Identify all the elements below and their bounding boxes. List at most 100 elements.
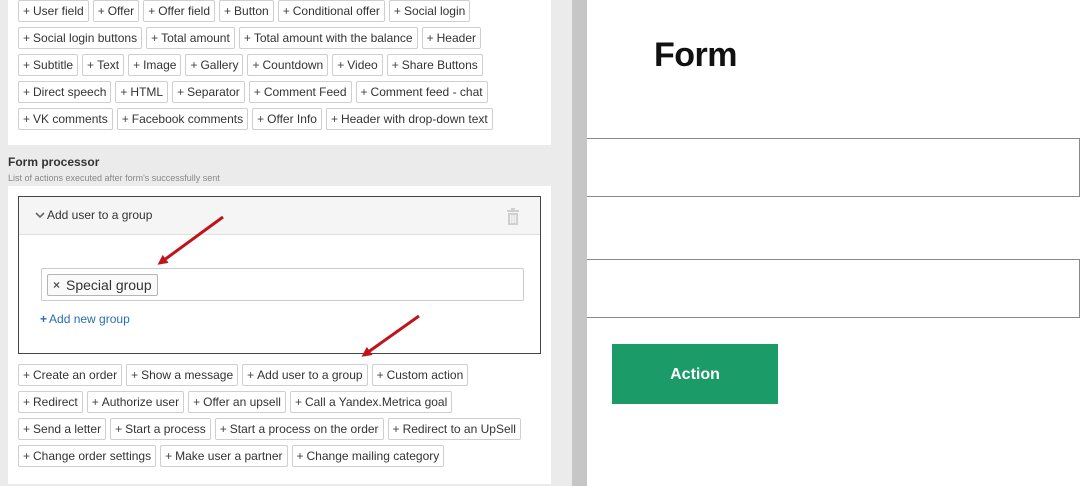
- add-total-amount-button[interactable]: + Total amount: [146, 27, 235, 49]
- add-comment-feed-button[interactable]: + Comment Feed: [248, 81, 352, 103]
- add-header-button[interactable]: + Header: [421, 27, 481, 49]
- field-button-row-4: + Direct speech + HTML + Separator + Comment…: [18, 81, 488, 103]
- plus-icon: +: [257, 112, 265, 126]
- plus-icon: +: [23, 368, 31, 382]
- group-tags-input[interactable]: × Special group: [41, 268, 524, 301]
- form-preview: Form Action: [587, 0, 1089, 486]
- plus-icon: +: [23, 31, 31, 45]
- start-process-button[interactable]: + Start a process: [110, 418, 211, 440]
- plus-icon: +: [91, 395, 99, 409]
- add-countdown-button[interactable]: + Countdown: [247, 54, 329, 76]
- plus-icon: +: [131, 368, 139, 382]
- field-button-row-3: + Subtitle + Text + Image + Gallery + Countdo…: [18, 54, 483, 76]
- form-processor-subtitle: List of actions executed after form's su…: [8, 173, 220, 183]
- add-conditional-offer-button[interactable]: + Conditional offer: [277, 0, 385, 22]
- action-button-row-4: + Change order settings + Make user a part…: [18, 445, 445, 467]
- plus-icon: +: [282, 4, 290, 18]
- close-icon[interactable]: ×: [53, 278, 60, 292]
- action-card-title: Add user to a group: [47, 208, 153, 222]
- yandex-metrica-goal-button[interactable]: + Call a Yandex.Metrica goal: [289, 391, 453, 413]
- plus-icon: +: [148, 4, 156, 18]
- plus-icon: +: [121, 112, 129, 126]
- add-facebook-comments-button[interactable]: + Facebook comments: [116, 108, 249, 130]
- plus-icon: +: [177, 85, 185, 99]
- trash-icon[interactable]: [506, 208, 520, 225]
- plus-icon: +: [193, 395, 201, 409]
- add-direct-speech-button[interactable]: + Direct speech: [18, 81, 112, 103]
- plus-icon: +: [23, 112, 31, 126]
- plus-icon: +: [376, 368, 384, 382]
- plus-icon: +: [23, 58, 31, 72]
- plus-icon: +: [330, 112, 338, 126]
- plus-icon: +: [115, 422, 123, 436]
- add-comment-feed-chat-button[interactable]: + Comment feed - chat: [355, 81, 488, 103]
- change-order-settings-button[interactable]: + Change order settings: [18, 445, 157, 467]
- add-separator-button[interactable]: + Separator: [172, 81, 245, 103]
- action-button-row-2: + Redirect + Authorize user + Offer an upse…: [18, 391, 453, 413]
- redirect-to-upsell-button[interactable]: + Redirect to an UpSell: [387, 418, 521, 440]
- plus-icon: +: [97, 4, 105, 18]
- add-offer-field-button[interactable]: + Offer field: [143, 0, 216, 22]
- add-user-field-button[interactable]: + User field: [18, 0, 89, 22]
- form-input-1[interactable]: [587, 138, 1080, 197]
- plus-icon: +: [23, 422, 31, 436]
- plus-icon: +: [337, 58, 345, 72]
- plus-icon: +: [393, 4, 401, 18]
- field-button-row-1: + User field + Offer + Offer field + Button …: [18, 0, 471, 22]
- create-order-button[interactable]: + Create an order: [18, 364, 123, 386]
- add-image-button[interactable]: + Image: [128, 54, 182, 76]
- plus-icon: +: [165, 449, 173, 463]
- add-new-group-link[interactable]: + Add new group: [40, 312, 130, 326]
- change-mailing-category-button[interactable]: + Change mailing category: [291, 445, 445, 467]
- add-offer-info-button[interactable]: + Offer Info: [252, 108, 322, 130]
- add-total-amount-balance-button[interactable]: + Total amount with the balance: [238, 27, 418, 49]
- form-processor-title: Form processor: [8, 155, 100, 169]
- action-card: Add user to a group × Special group + Add…: [18, 196, 541, 354]
- plus-icon: +: [243, 31, 251, 45]
- plus-icon: +: [247, 368, 255, 382]
- add-button-button[interactable]: + Button: [219, 0, 274, 22]
- action-card-header[interactable]: Add user to a group: [19, 197, 540, 235]
- custom-action-button[interactable]: + Custom action: [371, 364, 469, 386]
- action-button[interactable]: Action: [612, 344, 778, 404]
- plus-icon: +: [296, 449, 304, 463]
- start-process-on-order-button[interactable]: + Start a process on the order: [214, 418, 384, 440]
- plus-icon: +: [426, 31, 434, 45]
- group-tag-label: Special group: [66, 277, 152, 293]
- add-html-button[interactable]: + HTML: [115, 81, 169, 103]
- add-share-buttons-button[interactable]: + Share Buttons: [386, 54, 483, 76]
- make-user-partner-button[interactable]: + Make user a partner: [160, 445, 288, 467]
- plus-icon: +: [23, 449, 31, 463]
- add-header-dropdown-button[interactable]: + Header with drop-down text: [325, 108, 493, 130]
- offer-upsell-button[interactable]: + Offer an upsell: [188, 391, 286, 413]
- authorize-user-button[interactable]: + Authorize user: [86, 391, 185, 413]
- redirect-button[interactable]: + Redirect: [18, 391, 83, 413]
- plus-icon: +: [224, 4, 232, 18]
- add-video-button[interactable]: + Video: [332, 54, 383, 76]
- plus-icon: +: [392, 422, 400, 436]
- add-offer-button[interactable]: + Offer: [92, 0, 140, 22]
- add-social-login-buttons-button[interactable]: + Social login buttons: [18, 27, 143, 49]
- show-message-button[interactable]: + Show a message: [126, 364, 239, 386]
- add-subtitle-button[interactable]: + Subtitle: [18, 54, 79, 76]
- plus-icon: +: [391, 58, 399, 72]
- plus-icon: +: [133, 58, 141, 72]
- editor-panel: + User field + Offer + Offer field + Button …: [0, 0, 560, 486]
- add-text-button[interactable]: + Text: [82, 54, 125, 76]
- plus-icon: +: [40, 312, 48, 326]
- form-input-2[interactable]: [587, 259, 1080, 318]
- scrollbar-divider[interactable]: [572, 0, 587, 486]
- add-gallery-button[interactable]: + Gallery: [185, 54, 244, 76]
- plus-icon: +: [294, 395, 302, 409]
- plus-icon: +: [219, 422, 227, 436]
- add-vk-comments-button[interactable]: + VK comments: [18, 108, 113, 130]
- field-button-row-2: + Social login buttons + Total amount + Tot…: [18, 27, 481, 49]
- plus-icon: +: [23, 395, 31, 409]
- add-user-to-group-button[interactable]: + Add user to a group: [242, 364, 368, 386]
- chevron-down-icon[interactable]: [34, 209, 46, 221]
- action-button-row-1: + Create an order + Show a message + Add us…: [18, 364, 469, 386]
- group-tag: × Special group: [47, 274, 158, 296]
- send-letter-button[interactable]: + Send a letter: [18, 418, 107, 440]
- plus-icon: +: [120, 85, 128, 99]
- add-social-login-button[interactable]: + Social login: [388, 0, 471, 22]
